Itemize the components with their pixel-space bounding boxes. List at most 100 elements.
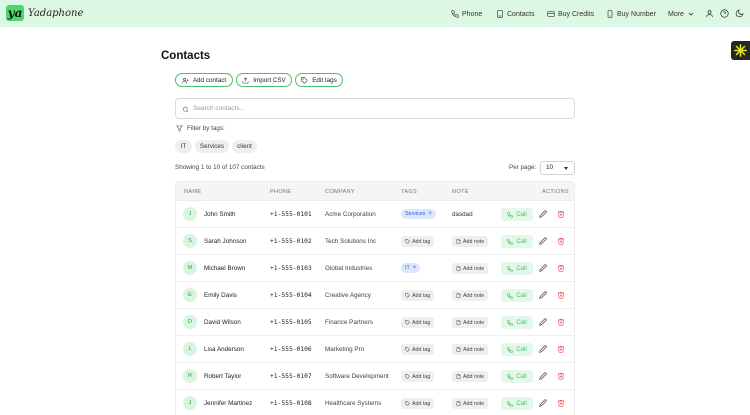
table-row: S Sarah Johnson +1-555-0102 Tech Solutions …: [176, 228, 574, 255]
delete-trash-icon[interactable]: [557, 345, 565, 353]
call-button[interactable]: Call: [501, 262, 533, 275]
add-contact-label: Add contact: [192, 76, 227, 84]
call-label: Call: [516, 238, 527, 245]
contact-company: Creative Agency: [325, 292, 371, 299]
import-csv-button[interactable]: Import CSV: [236, 73, 292, 87]
filter-tag-services[interactable]: Services: [195, 140, 229, 153]
add-tag-label: Add tag: [412, 346, 431, 353]
add-note-button[interactable]: Add note: [452, 344, 489, 355]
table-row: M Michael Brown +1-555-0103 Global Industri…: [176, 255, 574, 282]
contacts-book-icon: [497, 10, 503, 18]
add-tag-button[interactable]: Add tag: [401, 317, 435, 328]
contact-phone: +1-555-0106: [270, 346, 312, 353]
edit-pencil-icon[interactable]: [539, 372, 547, 380]
filter-icon: [176, 125, 183, 132]
call-label: Call: [516, 319, 527, 326]
edit-pencil-icon[interactable]: [539, 399, 547, 407]
add-note-button[interactable]: Add note: [452, 317, 489, 328]
add-tag-label: Add tag: [412, 373, 431, 380]
remove-tag-icon[interactable]: ×: [413, 265, 417, 271]
logo-wordmark[interactable]: Yadaphone: [28, 8, 83, 19]
nav-buy-number[interactable]: Buy Number: [606, 9, 656, 19]
add-tag-label: Add tag: [412, 292, 431, 299]
tag-icon: [405, 401, 410, 406]
add-tag-button[interactable]: Add tag: [401, 236, 435, 247]
per-page-value: 10: [546, 164, 554, 171]
add-tag-button[interactable]: Add tag: [401, 344, 435, 355]
add-note-button[interactable]: Add note: [452, 290, 489, 301]
delete-trash-icon[interactable]: [557, 264, 565, 272]
delete-trash-icon[interactable]: [557, 210, 565, 218]
call-button[interactable]: Call: [501, 208, 533, 221]
add-tag-button[interactable]: Add tag: [401, 371, 435, 382]
tag-icon: [405, 239, 410, 244]
header-name[interactable]: NAME: [184, 189, 201, 195]
dark-mode-moon-icon[interactable]: [735, 9, 744, 18]
call-button[interactable]: Call: [501, 235, 533, 248]
upload-icon: [242, 76, 249, 83]
call-label: Call: [516, 373, 527, 380]
results-count: Showing 1 to 10 of 107 contacts: [175, 164, 265, 171]
search-input[interactable]: [193, 101, 563, 116]
call-button[interactable]: Call: [501, 316, 533, 329]
caret-down-icon: [564, 167, 568, 170]
contact-company: Software Development: [325, 373, 389, 380]
delete-trash-icon[interactable]: [557, 372, 565, 380]
call-button[interactable]: Call: [501, 343, 533, 356]
add-tag-button[interactable]: Add tag: [401, 290, 435, 301]
phone-icon: [507, 238, 514, 245]
note-icon: [456, 293, 461, 298]
edit-pencil-icon[interactable]: [539, 318, 547, 326]
tag-icon: [405, 293, 410, 298]
add-note-button[interactable]: Add note: [452, 236, 489, 247]
remove-tag-icon[interactable]: ×: [428, 211, 432, 217]
avatar: D: [183, 315, 197, 329]
filter-tag-client[interactable]: client: [232, 140, 257, 153]
edit-tags-button[interactable]: Edit tags: [295, 73, 343, 87]
nav-buy-credits[interactable]: Buy Credits: [547, 9, 594, 19]
call-button[interactable]: Call: [501, 397, 533, 410]
logo-badge[interactable]: ya: [6, 5, 24, 21]
edit-pencil-icon[interactable]: [539, 210, 547, 218]
add-tag-button[interactable]: Add tag: [401, 398, 435, 409]
filter-tag-it[interactable]: IT: [175, 140, 192, 153]
nav-contacts-label: Contacts: [507, 10, 535, 18]
note-text[interactable]: dasdad: [452, 211, 473, 218]
header-company[interactable]: COMPANY: [325, 189, 355, 195]
add-note-button[interactable]: Add note: [452, 398, 489, 409]
edit-pencil-icon[interactable]: [539, 291, 547, 299]
nav-phone[interactable]: Phone: [451, 9, 482, 19]
delete-trash-icon[interactable]: [557, 399, 565, 407]
floating-widget-button[interactable]: [731, 41, 750, 60]
contact-company: Tech Solutions Inc: [325, 238, 377, 245]
delete-trash-icon[interactable]: [557, 318, 565, 326]
edit-pencil-icon[interactable]: [539, 345, 547, 353]
call-button[interactable]: Call: [501, 289, 533, 302]
contact-company: Marketing Pro: [325, 346, 365, 353]
avatar: M: [183, 261, 197, 275]
delete-trash-icon[interactable]: [557, 291, 565, 299]
edit-pencil-icon[interactable]: [539, 237, 547, 245]
table-row: J John Smith +1-555-0101 Acme Corporation Se…: [176, 201, 574, 228]
search-icon: [182, 106, 189, 113]
contact-phone: +1-555-0108: [270, 400, 312, 407]
call-button[interactable]: Call: [501, 370, 533, 383]
note-icon: [456, 266, 461, 271]
nav-more[interactable]: More: [668, 9, 695, 19]
add-note-button[interactable]: Add note: [452, 263, 489, 274]
delete-trash-icon[interactable]: [557, 237, 565, 245]
note-icon: [456, 320, 461, 325]
contact-company: Finance Partners: [325, 319, 373, 326]
help-icon[interactable]: [720, 9, 729, 18]
avatar: J: [183, 207, 197, 221]
header-phone[interactable]: PHONE: [270, 189, 291, 195]
add-contact-button[interactable]: Add contact: [175, 73, 233, 87]
per-page-select[interactable]: 10: [540, 161, 575, 175]
tag-icon: [405, 347, 410, 352]
edit-pencil-icon[interactable]: [539, 264, 547, 272]
add-tag-label: Add tag: [412, 238, 431, 245]
user-icon[interactable]: [705, 9, 714, 18]
phone-icon: [507, 319, 514, 326]
add-note-button[interactable]: Add note: [452, 371, 489, 382]
nav-contacts[interactable]: Contacts: [496, 9, 535, 19]
